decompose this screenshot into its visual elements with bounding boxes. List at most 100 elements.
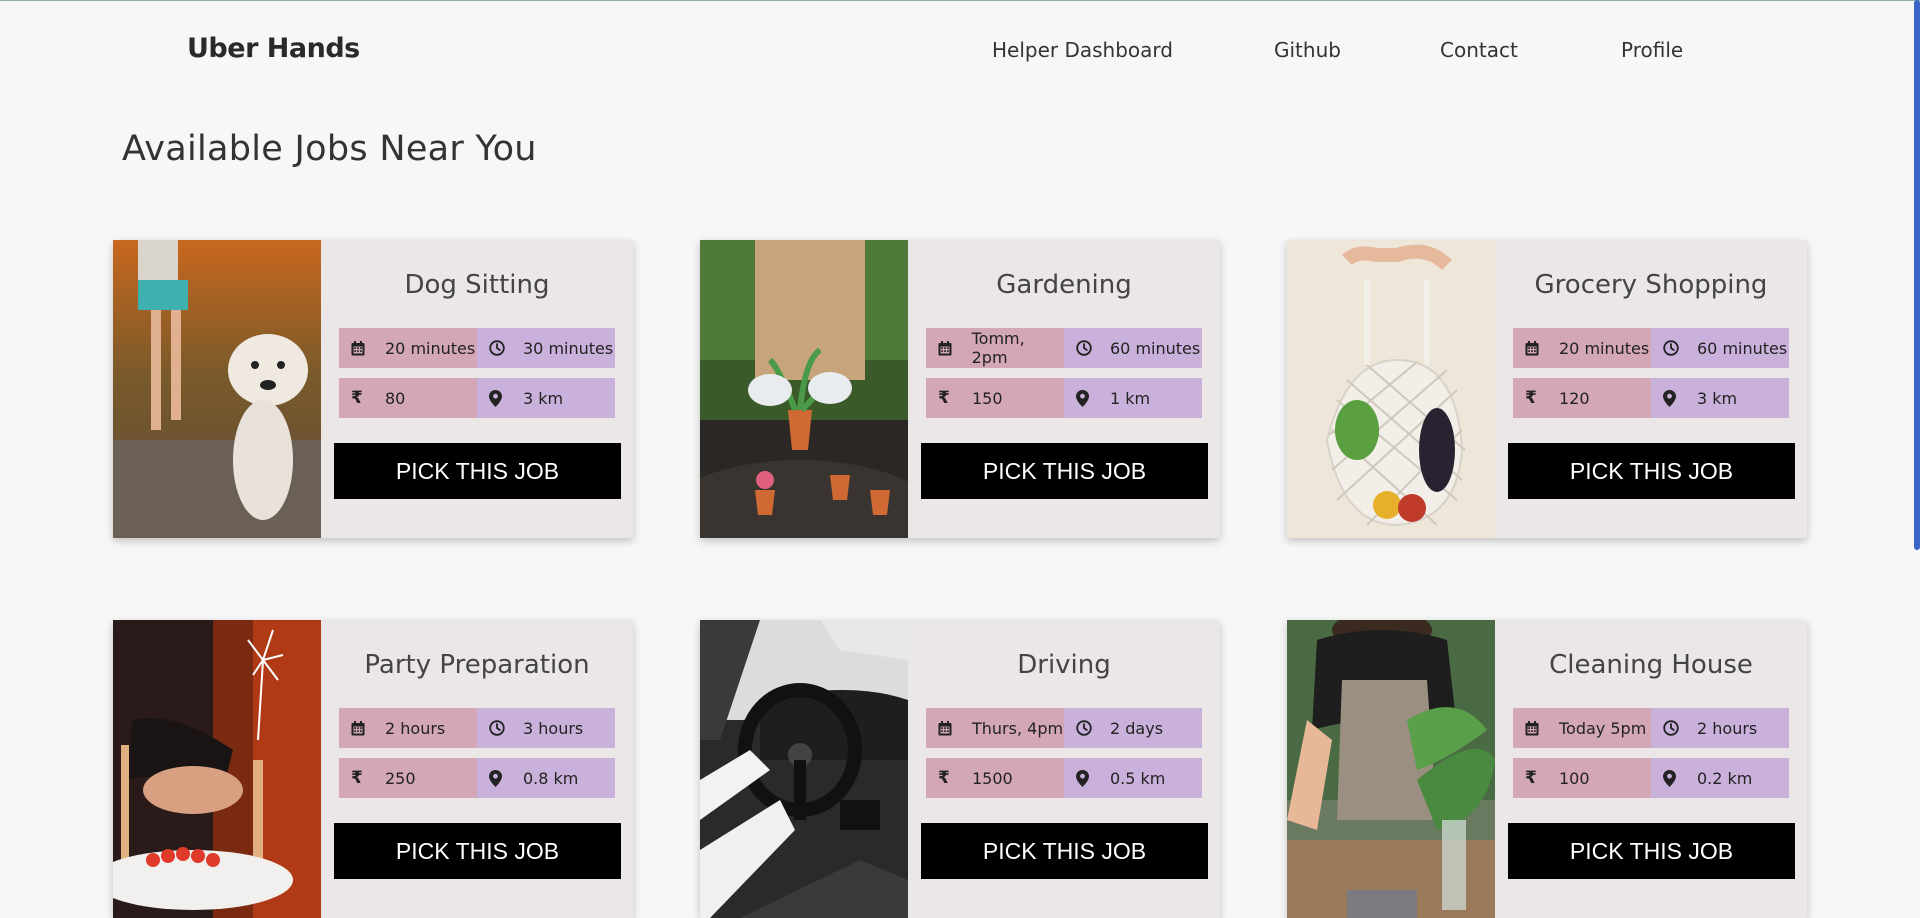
- job-distance-chip: 3 km: [1651, 378, 1789, 418]
- brand-logo[interactable]: Uber Hands: [187, 33, 360, 64]
- job-date-chip: 2 hours: [339, 708, 477, 748]
- job-date: Thurs, 4pm: [972, 718, 1064, 738]
- job-duration: 3 hours: [523, 718, 584, 738]
- clock-icon: [1663, 340, 1683, 356]
- job-price-chip: ₹ 120: [1513, 378, 1651, 418]
- job-price-chip: ₹ 150: [926, 378, 1064, 418]
- map-pin-icon: [489, 389, 509, 407]
- map-pin-icon: [1076, 769, 1096, 787]
- calendar-icon: [351, 720, 371, 736]
- rupee-icon: ₹: [1525, 767, 1537, 788]
- page-title: Available Jobs Near You: [122, 129, 537, 169]
- job-title: Cleaning House: [1549, 650, 1753, 680]
- pick-job-button[interactable]: PICK THIS JOB: [921, 823, 1208, 879]
- job-date: 20 minutes: [385, 338, 476, 358]
- job-image: [113, 240, 321, 538]
- job-price-chip: ₹ 80: [339, 378, 477, 418]
- job-date-chip: Today 5pm: [1513, 708, 1651, 748]
- pick-job-button[interactable]: PICK THIS JOB: [1508, 443, 1795, 499]
- job-price-chip: ₹ 250: [339, 758, 477, 798]
- job-duration: 60 minutes: [1110, 338, 1201, 358]
- job-card-party-preparation: Party Preparation 2 hours 3 hours ₹ 250 …: [113, 620, 633, 918]
- job-card-driving: Driving Thurs, 4pm 2 days ₹ 1500 0.5 km …: [700, 620, 1220, 918]
- job-title: Party Preparation: [364, 650, 590, 680]
- job-duration-chip: 2 hours: [1651, 708, 1789, 748]
- pick-job-button[interactable]: PICK THIS JOB: [334, 443, 621, 499]
- calendar-icon: [938, 720, 958, 736]
- job-card-dog-sitting: Dog Sitting 20 minutes 30 minutes ₹ 80 3…: [113, 240, 633, 538]
- job-distance: 3 km: [1697, 388, 1738, 408]
- rupee-icon: ₹: [351, 387, 363, 408]
- nav-helper-dashboard[interactable]: Helper Dashboard: [992, 38, 1173, 62]
- calendar-icon: [1525, 720, 1545, 736]
- job-duration-chip: 2 days: [1064, 708, 1202, 748]
- rupee-icon: ₹: [938, 387, 950, 408]
- job-title: Grocery Shopping: [1534, 270, 1768, 300]
- map-pin-icon: [1663, 769, 1683, 787]
- pick-job-button[interactable]: PICK THIS JOB: [1508, 823, 1795, 879]
- job-duration: 2 days: [1110, 718, 1164, 738]
- job-date-chip: Tomm, 2pm: [926, 328, 1064, 368]
- clock-icon: [489, 340, 509, 356]
- nav-contact[interactable]: Contact: [1440, 38, 1518, 62]
- job-duration-chip: 60 minutes: [1651, 328, 1789, 368]
- navbar: Uber Hands Helper Dashboard Github Conta…: [0, 0, 1920, 100]
- job-date-chip: 20 minutes: [339, 328, 477, 368]
- job-duration-chip: 3 hours: [477, 708, 615, 748]
- job-distance-chip: 3 km: [477, 378, 615, 418]
- job-card-gardening: Gardening Tomm, 2pm 60 minutes ₹ 150 1 k…: [700, 240, 1220, 538]
- job-title: Dog Sitting: [404, 270, 550, 300]
- job-date: 20 minutes: [1559, 338, 1650, 358]
- job-image: [1287, 620, 1495, 918]
- rupee-icon: ₹: [1525, 387, 1537, 408]
- job-duration: 2 hours: [1697, 718, 1758, 738]
- job-distance-chip: 0.5 km: [1064, 758, 1202, 798]
- job-date: Tomm, 2pm: [971, 329, 1025, 367]
- job-duration-chip: 60 minutes: [1064, 328, 1202, 368]
- calendar-icon: [351, 340, 371, 356]
- nav-profile[interactable]: Profile: [1621, 38, 1683, 62]
- clock-icon: [489, 720, 509, 736]
- job-date-chip: 20 minutes: [1513, 328, 1651, 368]
- map-pin-icon: [1076, 389, 1096, 407]
- clock-icon: [1076, 720, 1096, 736]
- nav-github[interactable]: Github: [1274, 38, 1341, 62]
- clock-icon: [1076, 340, 1096, 356]
- job-image: [1287, 240, 1495, 538]
- job-price: 100: [1559, 768, 1590, 788]
- job-title: Gardening: [996, 270, 1132, 300]
- pick-job-button[interactable]: PICK THIS JOB: [334, 823, 621, 879]
- job-distance-chip: 0.2 km: [1651, 758, 1789, 798]
- job-distance: 0.8 km: [523, 768, 579, 788]
- job-price-chip: ₹ 1500: [926, 758, 1064, 798]
- map-pin-icon: [1663, 389, 1683, 407]
- job-image: [700, 620, 908, 918]
- job-image: [113, 620, 321, 918]
- job-date-chip: Thurs, 4pm: [926, 708, 1064, 748]
- job-distance: 1 km: [1110, 388, 1151, 408]
- clock-icon: [1663, 720, 1683, 736]
- job-price-chip: ₹ 100: [1513, 758, 1651, 798]
- map-pin-icon: [489, 769, 509, 787]
- job-distance: 0.5 km: [1110, 768, 1166, 788]
- job-date: Today 5pm: [1559, 718, 1647, 738]
- job-distance-chip: 0.8 km: [477, 758, 615, 798]
- job-duration-chip: 30 minutes: [477, 328, 615, 368]
- job-image: [700, 240, 908, 538]
- job-distance: 3 km: [523, 388, 564, 408]
- job-card-cleaning-house: Cleaning House Today 5pm 2 hours ₹ 100 0…: [1287, 620, 1807, 918]
- job-duration: 30 minutes: [523, 338, 614, 358]
- rupee-icon: ₹: [938, 767, 950, 788]
- calendar-icon: [1525, 340, 1545, 356]
- job-title: Driving: [1017, 650, 1111, 680]
- job-price: 250: [385, 768, 416, 788]
- rupee-icon: ₹: [351, 767, 363, 788]
- job-duration: 60 minutes: [1697, 338, 1788, 358]
- job-price: 1500: [972, 768, 1013, 788]
- pick-job-button[interactable]: PICK THIS JOB: [921, 443, 1208, 499]
- job-date: 2 hours: [385, 718, 446, 738]
- job-price: 80: [385, 388, 406, 408]
- job-card-grocery-shopping: Grocery Shopping 20 minutes 60 minutes ₹…: [1287, 240, 1807, 538]
- job-price: 150: [972, 388, 1003, 408]
- job-distance-chip: 1 km: [1064, 378, 1202, 418]
